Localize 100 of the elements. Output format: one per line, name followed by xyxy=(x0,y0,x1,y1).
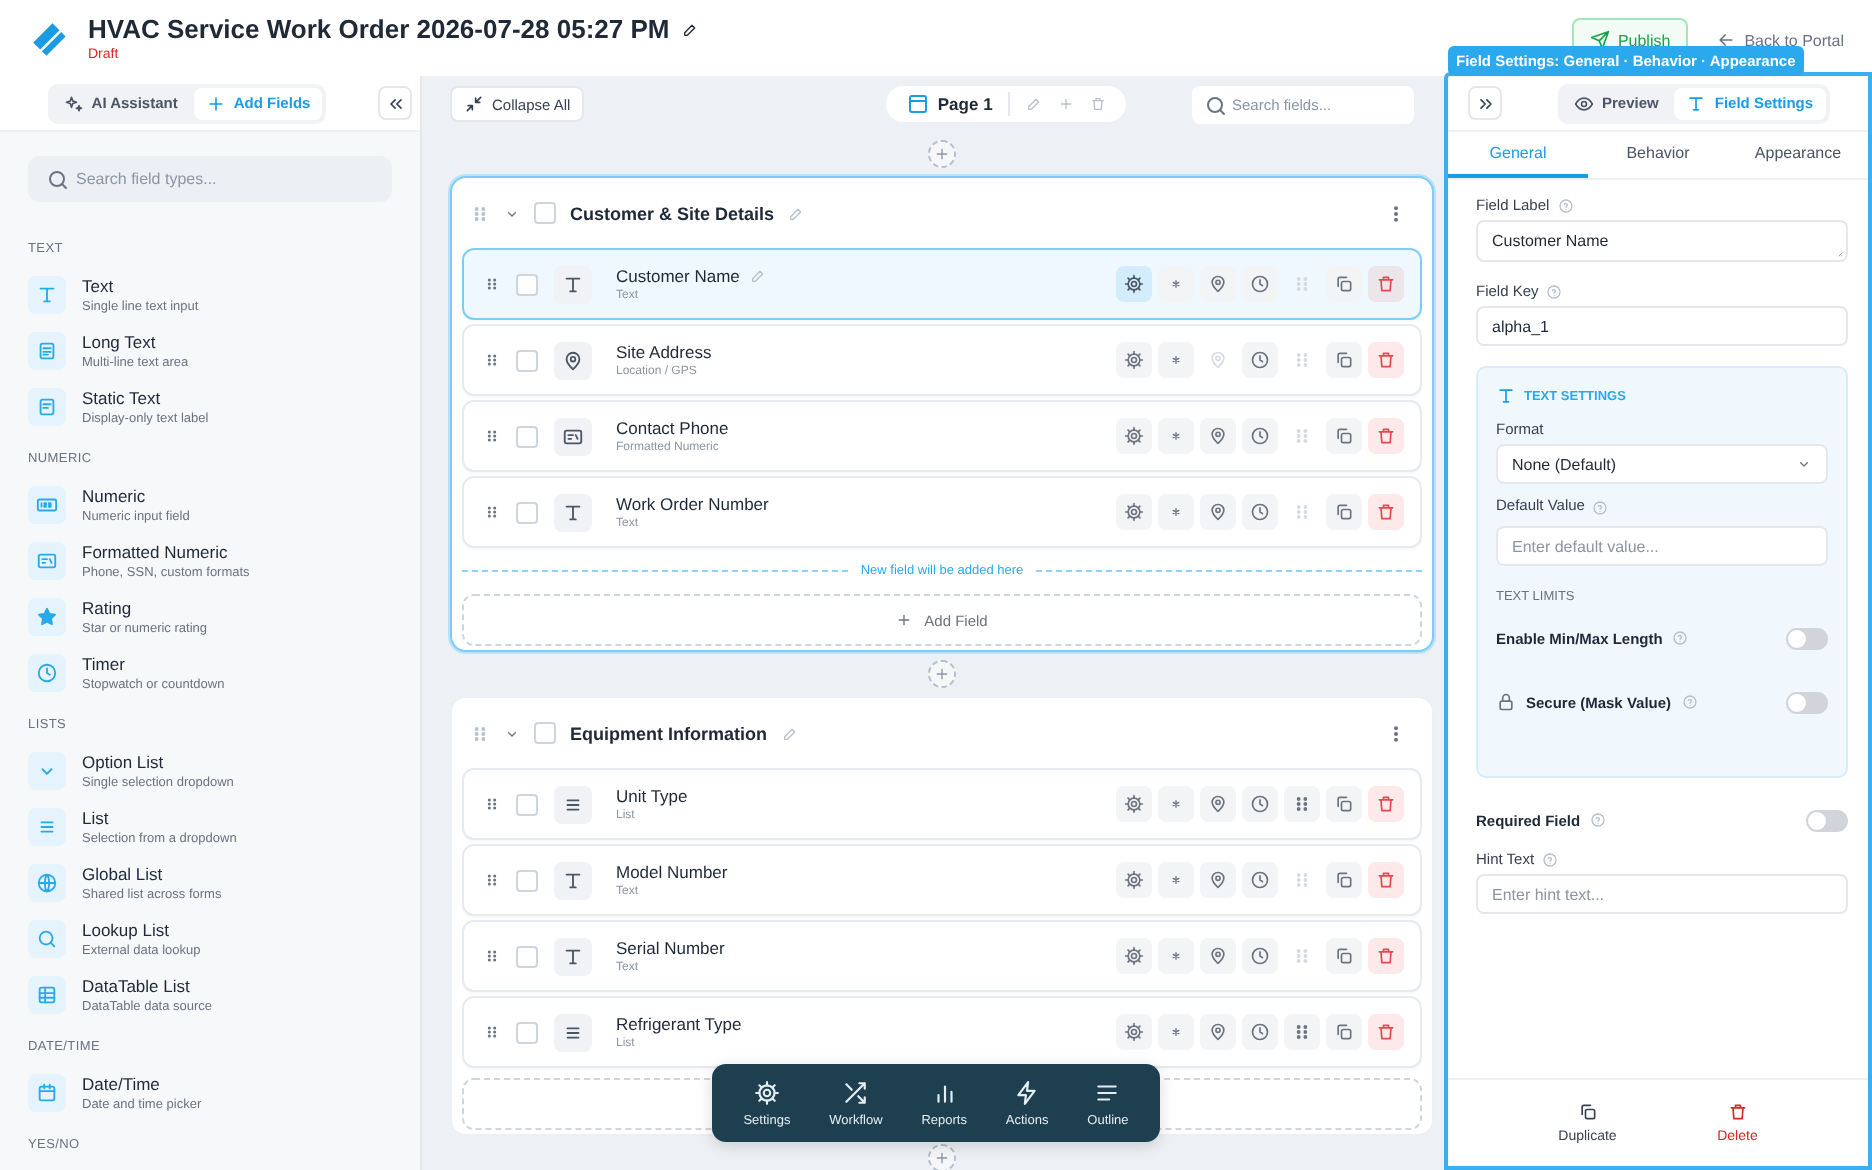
duplicate-button[interactable] xyxy=(1326,266,1362,302)
checkbox[interactable] xyxy=(516,1021,538,1043)
toggle-switch[interactable] xyxy=(1786,691,1828,713)
delete-button[interactable] xyxy=(1368,1014,1404,1050)
trash-icon xyxy=(1727,1102,1748,1122)
checkbox[interactable] xyxy=(516,273,538,295)
checkbox[interactable] xyxy=(516,349,538,371)
delete-button[interactable] xyxy=(1368,418,1404,454)
input-field[interactable]: alpha_1 xyxy=(1476,306,1848,346)
location-button[interactable] xyxy=(1200,494,1236,530)
duplicate-button[interactable] xyxy=(1326,862,1362,898)
field-label: Contact Phone xyxy=(616,418,729,438)
plus-icon xyxy=(896,612,913,628)
settings-icon xyxy=(1124,870,1144,890)
duplicate-button[interactable] xyxy=(1326,938,1362,974)
clock-button[interactable] xyxy=(1242,1014,1278,1050)
field-label: Site Address xyxy=(616,342,712,362)
drag-handle-icon xyxy=(484,872,500,888)
checkbox[interactable] xyxy=(516,425,538,447)
eye-icon xyxy=(1574,93,1594,113)
settings-button[interactable] xyxy=(1116,418,1152,454)
checkbox[interactable] xyxy=(534,722,556,744)
settings-tab[interactable]: Behavior xyxy=(1588,132,1728,178)
clock-button[interactable] xyxy=(1242,266,1278,302)
options-button[interactable] xyxy=(1284,1014,1320,1050)
search-field[interactable]: Search field types... xyxy=(28,156,392,202)
drag-handle-icon xyxy=(484,796,500,812)
input-field[interactable]: Enter default value... xyxy=(1496,526,1828,566)
text-area[interactable]: Customer Name xyxy=(1476,220,1848,262)
delete-button[interactable] xyxy=(1368,342,1404,378)
duplicate-button[interactable] xyxy=(1326,786,1362,822)
clock-button[interactable] xyxy=(1242,862,1278,898)
duplicate-button[interactable] xyxy=(1326,342,1362,378)
checkbox[interactable] xyxy=(534,202,556,224)
collapse-sidebar-button[interactable] xyxy=(378,86,413,120)
clock-icon xyxy=(1250,794,1270,814)
settings-button[interactable] xyxy=(1116,1014,1152,1050)
dropdown[interactable]: None (Default) xyxy=(1496,444,1828,484)
clock-icon xyxy=(1250,946,1270,966)
clock-button[interactable] xyxy=(1242,938,1278,974)
checkbox[interactable] xyxy=(516,869,538,891)
copy-icon xyxy=(1334,426,1354,446)
delete-button[interactable] xyxy=(1368,862,1404,898)
delete-button[interactable] xyxy=(1368,266,1404,302)
field-label: Customer Name xyxy=(616,266,740,286)
clock-button[interactable] xyxy=(1242,418,1278,454)
clock-button[interactable] xyxy=(1242,786,1278,822)
send-icon xyxy=(1589,30,1610,50)
trash-icon xyxy=(1376,794,1396,814)
asterisk-icon xyxy=(1168,428,1184,444)
copy-icon xyxy=(1334,502,1354,522)
checkbox[interactable] xyxy=(516,501,538,523)
input-field[interactable]: Enter hint text... xyxy=(1476,874,1848,914)
search-icon xyxy=(1203,93,1228,117)
settings-tab[interactable]: Appearance xyxy=(1728,132,1868,178)
duplicate-button[interactable] xyxy=(1326,494,1362,530)
expand-panel-button[interactable] xyxy=(1468,86,1502,120)
field-type-name: DataTable List xyxy=(82,975,192,995)
delete-button[interactable] xyxy=(1368,938,1404,974)
checkbox[interactable] xyxy=(516,793,538,815)
edit-icon xyxy=(788,205,805,221)
card-icon xyxy=(562,425,584,447)
edit-icon xyxy=(1026,96,1043,112)
clock-button[interactable] xyxy=(1242,342,1278,378)
location-button[interactable] xyxy=(1200,786,1236,822)
settings-button[interactable] xyxy=(1116,938,1152,974)
settings-icon xyxy=(1124,426,1144,446)
toggle-switch[interactable] xyxy=(1786,627,1828,649)
checkbox[interactable] xyxy=(516,945,538,967)
location-button[interactable] xyxy=(1200,418,1236,454)
delete-button[interactable] xyxy=(1368,494,1404,530)
location-button[interactable] xyxy=(1200,938,1236,974)
settings-button[interactable] xyxy=(1116,342,1152,378)
sparkle-icon xyxy=(63,93,84,113)
location-button[interactable] xyxy=(1200,266,1236,302)
add-section-button[interactable] xyxy=(928,1144,956,1170)
location-button[interactable] xyxy=(1200,862,1236,898)
text-icon xyxy=(562,945,584,967)
settings-icon xyxy=(1124,794,1144,814)
duplicate-button[interactable] xyxy=(1326,418,1362,454)
toggle-switch[interactable] xyxy=(1806,809,1848,831)
add-section-button[interactable] xyxy=(928,140,956,168)
drag-handle-icon xyxy=(484,428,500,444)
help-icon xyxy=(1557,197,1574,213)
location-button[interactable] xyxy=(1200,1014,1236,1050)
settings-button[interactable] xyxy=(1116,862,1152,898)
section-title: Customer & Site Details xyxy=(570,203,775,223)
help-icon xyxy=(1590,812,1607,828)
field-type-name: Rating xyxy=(82,597,134,617)
delete-button[interactable] xyxy=(1368,786,1404,822)
options-button[interactable] xyxy=(1284,786,1320,822)
page-tab[interactable]: Page 1 xyxy=(905,92,993,116)
add-section-button[interactable] xyxy=(928,660,956,688)
back-link[interactable]: Back to Portal xyxy=(1716,30,1844,50)
settings-button[interactable] xyxy=(1116,786,1152,822)
clock-button[interactable] xyxy=(1242,494,1278,530)
settings-button[interactable] xyxy=(1116,494,1152,530)
clock-icon xyxy=(1250,426,1270,446)
duplicate-button[interactable] xyxy=(1326,1014,1362,1050)
settings-button[interactable] xyxy=(1116,266,1152,302)
